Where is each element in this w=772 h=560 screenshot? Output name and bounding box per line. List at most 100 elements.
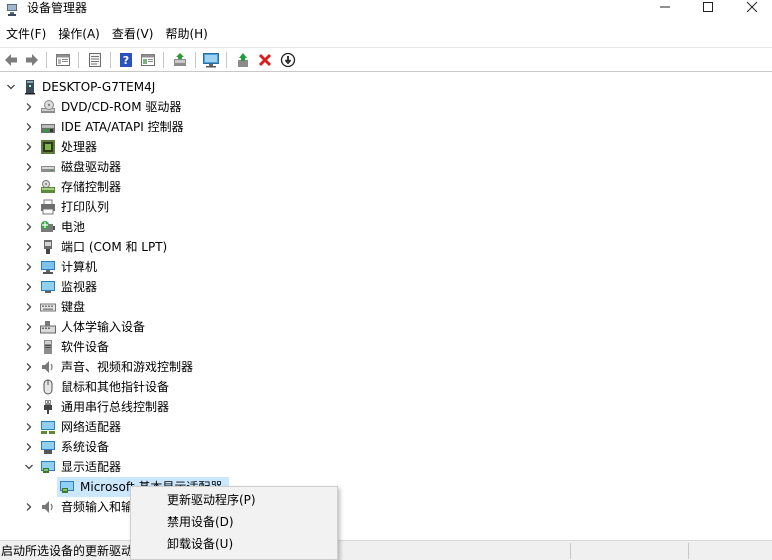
close-button[interactable]	[732, 0, 772, 14]
details-view-button[interactable]	[139, 51, 157, 69]
audio-io-icon	[42, 501, 53, 513]
svg-text:?: ?	[123, 54, 129, 67]
chevron-right-icon[interactable]	[24, 282, 34, 292]
enable-device-button[interactable]	[234, 51, 252, 69]
tree-item-mouse[interactable]: 鼠标和其他指针设备	[0, 377, 772, 397]
tree-item-ports[interactable]: 端口 (COM 和 LPT)	[0, 237, 772, 257]
tree-item-system-device[interactable]: 系统设备	[0, 437, 772, 457]
tree-item-storage[interactable]: 存储控制器	[0, 177, 772, 197]
chevron-right-icon[interactable]	[24, 122, 34, 132]
monitor-icon	[41, 281, 55, 293]
list-view-button[interactable]	[86, 51, 104, 69]
tree-item-label: 声音、视频和游戏控制器	[61, 360, 194, 374]
tree-item-label: 电池	[61, 220, 86, 234]
enable-device-icon	[238, 53, 248, 67]
tree-item-sound[interactable]: 声音、视频和游戏控制器	[0, 357, 772, 377]
tree-item-audio-io[interactable]: 音频输入和输出	[0, 497, 772, 517]
device-tree: DESKTOP-G7TEM4J DVD/CD-ROM 驱动器 IDE ATA/A…	[0, 77, 772, 539]
tree-item-label: 磁盘驱动器	[61, 160, 122, 174]
menu-view[interactable]: 查看(V)	[106, 24, 160, 44]
chevron-right-icon[interactable]	[24, 442, 34, 452]
chevron-right-icon[interactable]	[24, 102, 34, 112]
uninstall-device-button[interactable]	[256, 51, 274, 69]
chevron-right-icon[interactable]	[24, 162, 34, 172]
chevron-right-icon[interactable]	[24, 202, 34, 212]
chevron-right-icon[interactable]	[24, 342, 34, 352]
chevron-right-icon[interactable]	[24, 222, 34, 232]
toolbar-separator	[110, 52, 111, 68]
usb-icon	[44, 400, 52, 414]
tree-item-network[interactable]: 网络适配器	[0, 417, 772, 437]
chevron-right-icon[interactable]	[24, 322, 34, 332]
toolbar-separator	[195, 52, 196, 68]
chevron-right-icon[interactable]	[24, 142, 34, 152]
tree-item-battery[interactable]: 电池	[0, 217, 772, 237]
disable-device-button[interactable]	[279, 51, 297, 69]
tree-item-disk[interactable]: 磁盘驱动器	[0, 157, 772, 177]
desktop-computer-icon	[25, 80, 35, 95]
network-icon	[41, 421, 55, 434]
tree-item-print-queue[interactable]: 打印队列	[0, 197, 772, 217]
properties-button[interactable]	[54, 51, 72, 69]
system-device-icon	[41, 441, 55, 454]
update-driver-button[interactable]	[171, 51, 189, 69]
computer-icon	[41, 261, 55, 274]
chevron-down-icon[interactable]	[6, 82, 16, 92]
tree-item-usb[interactable]: 通用串行总线控制器	[0, 397, 772, 417]
tree-item-label: 计算机	[61, 260, 98, 274]
maximize-button[interactable]	[688, 0, 728, 14]
chevron-right-icon[interactable]	[24, 402, 34, 412]
chevron-down-icon[interactable]	[24, 462, 34, 472]
properties-icon	[56, 54, 70, 66]
battery-icon	[41, 221, 55, 232]
display-adapter-icon	[60, 481, 74, 493]
tree-item-keyboard[interactable]: 键盘	[0, 297, 772, 317]
keyboard-icon	[40, 303, 56, 312]
mouse-icon	[43, 379, 53, 395]
tree-item-hid[interactable]: 人体学输入设备	[0, 317, 772, 337]
tree-item-processor[interactable]: 处理器	[0, 137, 772, 157]
tree-item-ide[interactable]: IDE ATA/ATAPI 控制器	[0, 117, 772, 137]
chevron-right-icon[interactable]	[24, 262, 34, 272]
tree-item-microsoft-display[interactable]: Microsoft 基本显示适配器	[0, 477, 772, 497]
hid-icon	[40, 321, 56, 334]
menu-action[interactable]: 操作(A)	[52, 24, 106, 44]
tree-item-software-device[interactable]: 软件设备	[0, 337, 772, 357]
menu-update-driver[interactable]: 更新驱动程序(P)	[131, 489, 337, 511]
forward-button[interactable]	[23, 51, 41, 69]
chevron-right-icon[interactable]	[24, 502, 34, 512]
tree-item-label: 键盘	[61, 300, 86, 314]
tree-item-label: 系统设备	[61, 440, 110, 454]
processor-icon	[41, 140, 55, 154]
context-menu: 更新驱动程序(P) 禁用设备(D) 卸载设备(U)	[130, 486, 338, 560]
tree-root[interactable]: DESKTOP-G7TEM4J	[0, 77, 772, 97]
disk-drive-icon	[41, 166, 55, 172]
tree-item-dvd[interactable]: DVD/CD-ROM 驱动器	[0, 97, 772, 117]
minimize-button[interactable]	[645, 0, 685, 14]
help-button[interactable]: ?	[117, 51, 135, 69]
chevron-right-icon[interactable]	[24, 422, 34, 432]
chevron-right-icon[interactable]	[24, 182, 34, 192]
chevron-right-icon[interactable]	[24, 302, 34, 312]
scan-hardware-button[interactable]	[202, 51, 220, 69]
port-icon	[44, 240, 52, 254]
back-button[interactable]	[2, 51, 20, 69]
chevron-right-icon[interactable]	[24, 362, 34, 372]
toolbar-separator	[226, 52, 227, 68]
tree-item-display-adapter[interactable]: 显示适配器	[0, 457, 772, 477]
ide-controller-icon	[41, 124, 55, 133]
maximize-icon	[703, 2, 713, 12]
tree-item-monitor[interactable]: 监视器	[0, 277, 772, 297]
tree-item-label: 端口 (COM 和 LPT)	[61, 240, 168, 254]
menu-help[interactable]: 帮助(H)	[159, 24, 213, 44]
menu-file[interactable]: 文件(F)	[0, 24, 52, 44]
update-driver-icon	[174, 53, 186, 66]
chevron-right-icon[interactable]	[24, 242, 34, 252]
computer-name: DESKTOP-G7TEM4J	[42, 80, 156, 94]
chevron-right-icon[interactable]	[24, 382, 34, 392]
tree-item-computer[interactable]: 计算机	[0, 257, 772, 277]
menu-uninstall-device[interactable]: 卸载设备(U)	[131, 533, 337, 555]
menu-disable-device[interactable]: 禁用设备(D)	[131, 511, 337, 533]
back-icon	[5, 54, 17, 66]
uninstall-icon	[258, 53, 272, 67]
